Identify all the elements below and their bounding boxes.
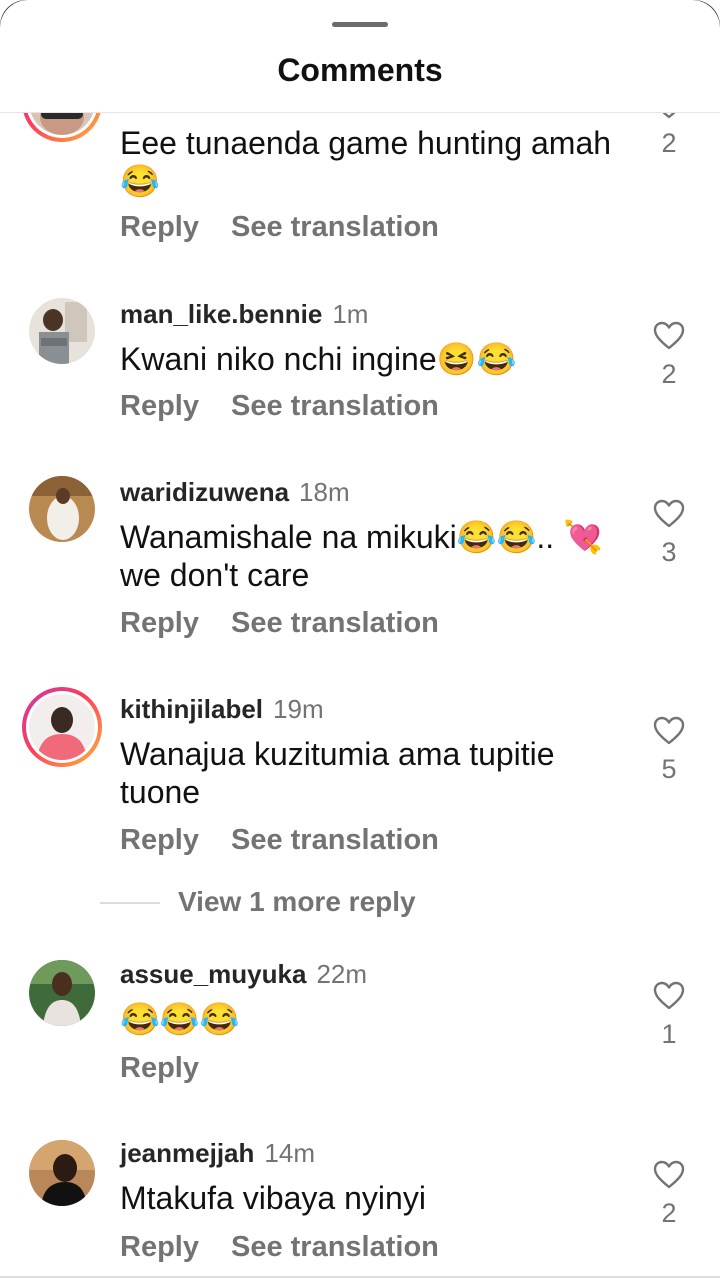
like-count: 1: [661, 1019, 677, 1049]
see-translation-button[interactable]: See translation: [231, 824, 439, 856]
like-button[interactable]: 2: [650, 321, 688, 390]
avatar[interactable]: [22, 687, 102, 767]
view-more-replies-button[interactable]: View 1 more reply: [100, 882, 520, 922]
username[interactable]: jeanmejjah: [120, 1138, 254, 1168]
like-count: 2: [661, 1198, 677, 1228]
comment-item: waridizuwena 18m Wanamishale na mikuki😂😂.…: [0, 474, 720, 664]
comments-sheet: Comments Eee tunaenda game hunting amah …: [0, 0, 720, 1278]
comment-list[interactable]: Eee tunaenda game hunting amah 😂 Reply Se…: [0, 112, 720, 1278]
comment-author[interactable]: waridizuwena 18m: [120, 477, 350, 508]
comment-time: 19m: [273, 694, 324, 724]
comment-author[interactable]: assue_muyuka 22m: [120, 959, 367, 990]
heart-outline-icon: [653, 499, 685, 528]
comment-item: kithinjilabel 19m Wanajua kuzitumia ama t…: [0, 687, 720, 877]
reply-button[interactable]: Reply: [120, 824, 199, 856]
comment-time: 14m: [264, 1138, 315, 1168]
view-more-replies-label: View 1 more reply: [178, 886, 416, 917]
avatar[interactable]: [29, 298, 95, 364]
comment-item: Eee tunaenda game hunting amah 😂 Reply Se…: [0, 112, 720, 262]
comment-author[interactable]: kithinjilabel 19m: [120, 694, 324, 725]
username[interactable]: assue_muyuka: [120, 959, 306, 989]
username[interactable]: kithinjilabel: [120, 694, 263, 724]
comment-text: Mtakufa vibaya nyinyi: [120, 1180, 426, 1216]
heart-outline-icon: [653, 321, 685, 350]
comment-text: Eee tunaenda game hunting amah 😂: [120, 125, 612, 199]
comment-item: man_like.bennie 1m Kwani niko nchi ingine…: [0, 294, 720, 444]
see-translation-button[interactable]: See translation: [231, 607, 439, 639]
comments-header: Comments: [0, 0, 720, 113]
comment-actions: Reply See translation: [120, 824, 439, 857]
comment-time: 1m: [332, 299, 369, 329]
comment-item: assue_muyuka 22m 😂😂😂 Reply 1: [0, 952, 720, 1102]
comment-actions: Reply See translation: [120, 1231, 439, 1264]
like-button[interactable]: 5: [650, 716, 688, 785]
avatar[interactable]: [29, 960, 95, 1026]
like-count: 2: [661, 359, 677, 389]
comment-actions: Reply See translation: [120, 390, 439, 423]
comment-actions: Reply: [120, 1052, 199, 1085]
comment-text: Kwani niko nchi ingine😆😂: [120, 341, 517, 377]
comment-text: Wanajua kuzitumia ama tupitie tuone: [120, 736, 555, 810]
like-button[interactable]: 2: [650, 1160, 688, 1229]
comment-time: 22m: [316, 959, 368, 989]
avatar[interactable]: [29, 1140, 95, 1206]
heart-outline-icon: [661, 112, 677, 119]
drag-handle[interactable]: [332, 22, 388, 27]
username[interactable]: man_like.bennie: [120, 299, 322, 329]
username[interactable]: waridizuwena: [120, 477, 289, 507]
comment-author[interactable]: man_like.bennie 1m: [120, 299, 368, 330]
like-button[interactable]: 2: [650, 112, 688, 159]
avatar[interactable]: [22, 112, 102, 142]
see-translation-button[interactable]: See translation: [231, 211, 439, 243]
see-translation-button[interactable]: See translation: [231, 390, 439, 422]
heart-outline-icon: [653, 981, 685, 1010]
like-count: 2: [661, 128, 677, 158]
avatar[interactable]: [29, 476, 95, 542]
reply-button[interactable]: Reply: [120, 390, 199, 422]
comment-item: jeanmejjah 14m Mtakufa vibaya nyinyi Repl…: [0, 1134, 720, 1278]
reply-button[interactable]: Reply: [120, 211, 199, 243]
reply-button[interactable]: Reply: [120, 1052, 199, 1084]
like-count: 5: [661, 754, 677, 784]
comment-author[interactable]: jeanmejjah 14m: [120, 1138, 315, 1169]
heart-outline-icon: [653, 716, 685, 745]
see-translation-button[interactable]: See translation: [231, 1231, 439, 1263]
reply-button[interactable]: Reply: [120, 607, 199, 639]
like-count: 3: [661, 537, 677, 567]
comment-actions: Reply See translation: [120, 211, 439, 244]
comment-time: 18m: [299, 477, 350, 507]
heart-outline-icon: [653, 1160, 685, 1189]
page-title: Comments: [277, 52, 443, 88]
comment-actions: Reply See translation: [120, 607, 439, 640]
comment-text: Wanamishale na mikuki😂😂.. 💘 we don't car…: [120, 519, 603, 593]
like-button[interactable]: 3: [650, 499, 688, 568]
like-button[interactable]: 1: [650, 981, 688, 1050]
divider: [100, 902, 160, 904]
reply-button[interactable]: Reply: [120, 1231, 199, 1263]
comment-text: 😂😂😂: [120, 1001, 240, 1037]
